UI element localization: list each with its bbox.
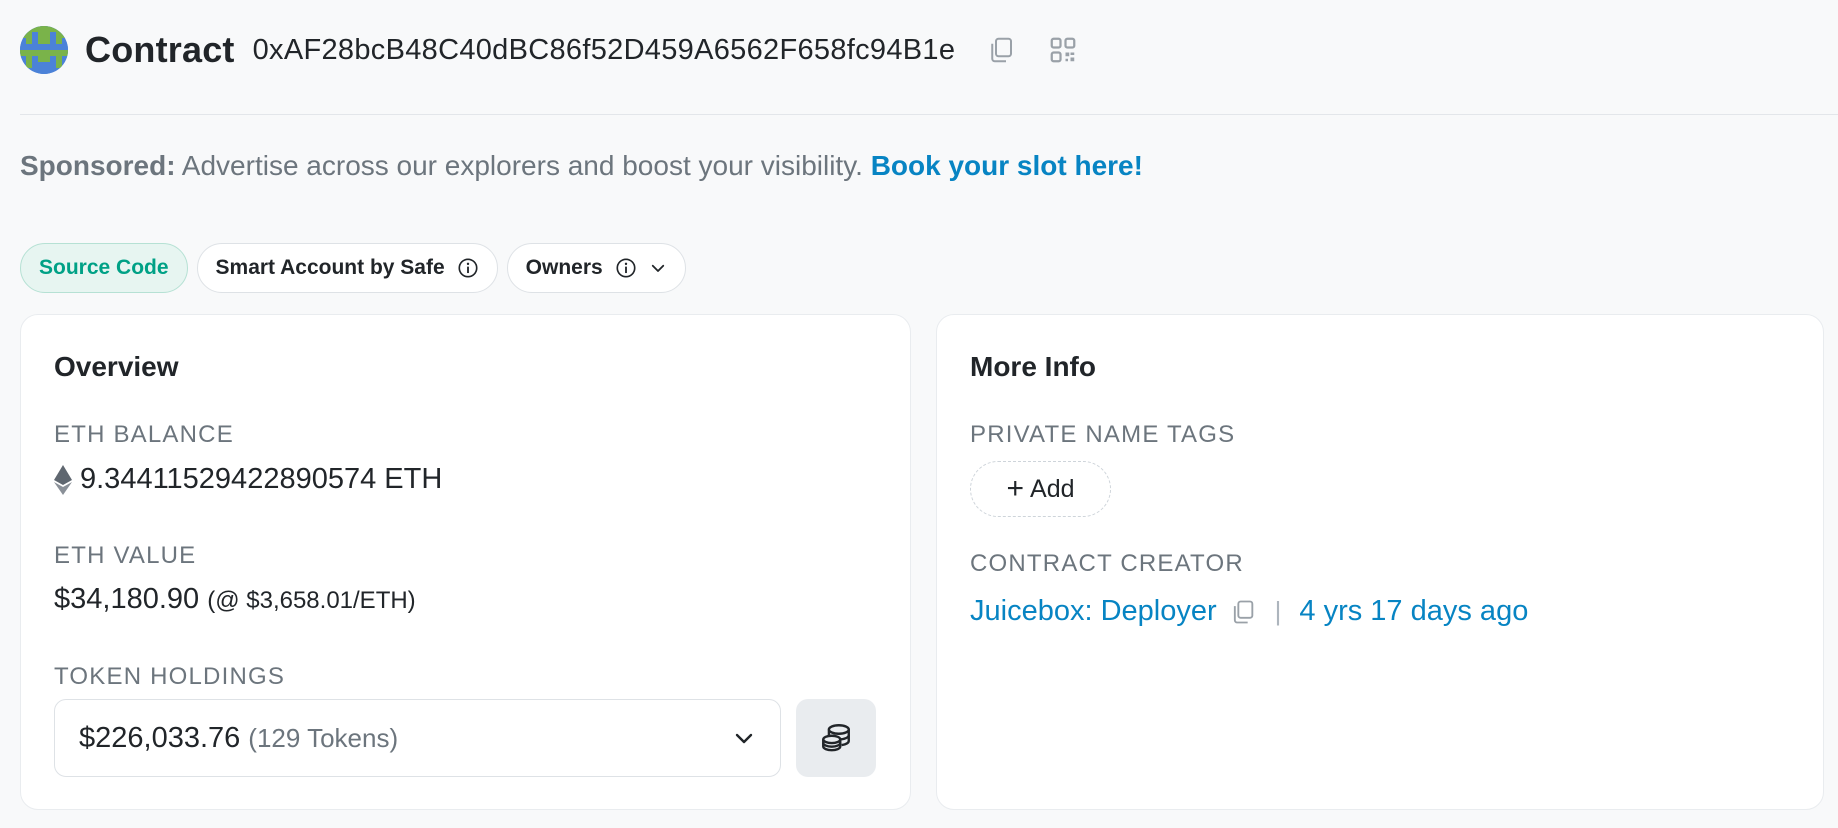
owners-label: Owners bbox=[525, 256, 603, 279]
overview-card: Overview ETH BALANCE 9.34411529422890574… bbox=[20, 314, 911, 810]
copy-icon bbox=[1233, 600, 1253, 623]
contract-avatar bbox=[20, 26, 68, 74]
sponsored-lead: Sponsored: bbox=[20, 150, 176, 181]
sponsored-cta-link[interactable]: Book your slot here! bbox=[871, 150, 1143, 181]
copy-icon bbox=[991, 37, 1013, 63]
creator-address-link[interactable]: Juicebox: Deployer bbox=[970, 595, 1217, 628]
multichain-portfolio-button[interactable] bbox=[796, 699, 876, 777]
blockie-icon bbox=[20, 26, 68, 74]
header-divider bbox=[20, 114, 1838, 115]
contract-address[interactable]: 0xAF28bcB48C40dBC86f52D459A6562F658fc94B… bbox=[253, 34, 956, 67]
add-label: Add bbox=[1030, 474, 1075, 503]
eth-value-label: ETH VALUE bbox=[54, 542, 197, 569]
source-code-tag[interactable]: Source Code bbox=[20, 243, 188, 293]
overview-title: Overview bbox=[54, 351, 179, 382]
eth-value-amount: $34,180.90 bbox=[54, 583, 200, 615]
token-holdings-value: $226,033.76 bbox=[79, 721, 241, 754]
add-private-tag-button[interactable]: + Add bbox=[970, 461, 1111, 517]
contract-tags: Source Code Smart Account by Safe Owners bbox=[20, 243, 686, 293]
contract-creator-row: Juicebox: Deployer | 4 yrs 17 days ago bbox=[970, 595, 1528, 628]
chevron-down-icon bbox=[732, 726, 756, 750]
more-info-title: More Info bbox=[970, 351, 1096, 382]
ethereum-icon bbox=[54, 464, 72, 495]
eth-balance-label: ETH BALANCE bbox=[54, 421, 234, 448]
qr-code-button[interactable] bbox=[1045, 32, 1081, 68]
contract-creator-label: CONTRACT CREATOR bbox=[970, 550, 1244, 577]
sponsored-banner: Sponsored: Advertise across our explorer… bbox=[20, 150, 1143, 182]
token-holdings-dropdown[interactable]: $226,033.76 (129 Tokens) bbox=[54, 699, 781, 777]
token-holdings-label: TOKEN HOLDINGS bbox=[54, 663, 286, 690]
creation-tx-link[interactable]: 4 yrs 17 days ago bbox=[1299, 595, 1528, 628]
creator-separator: | bbox=[1274, 596, 1282, 626]
coin-stack-icon bbox=[822, 724, 850, 752]
smart-account-label: Smart Account by Safe bbox=[215, 256, 445, 279]
token-holdings-count: (129 Tokens) bbox=[248, 722, 399, 753]
owners-dropdown[interactable]: Owners bbox=[506, 243, 686, 293]
chevron-down-icon bbox=[649, 259, 667, 277]
copy-creator-button[interactable] bbox=[1229, 598, 1257, 626]
page-header: Contract 0xAF28bcB48C40dBC86f52D459A6562… bbox=[20, 14, 1838, 86]
eth-value-row: $34,180.90 (@ $3,658.01/ETH) bbox=[54, 583, 416, 616]
page-title: Contract bbox=[85, 29, 235, 70]
copy-address-button[interactable] bbox=[983, 32, 1019, 68]
eth-value-rate: (@ $3,658.01/ETH) bbox=[207, 587, 416, 614]
sponsored-text: Advertise across our explorers and boost… bbox=[175, 150, 871, 181]
private-name-tags-label: PRIVATE NAME TAGS bbox=[970, 421, 1236, 448]
eth-balance-row: 9.34411529422890574 ETH bbox=[54, 463, 442, 496]
more-info-card: More Info PRIVATE NAME TAGS + Add CONTRA… bbox=[936, 314, 1824, 810]
info-icon bbox=[457, 257, 479, 279]
eth-balance-value: 9.34411529422890574 ETH bbox=[80, 463, 443, 495]
smart-account-tag[interactable]: Smart Account by Safe bbox=[196, 243, 498, 293]
qr-code-icon bbox=[1050, 37, 1076, 63]
plus-icon: + bbox=[1006, 472, 1025, 505]
info-icon bbox=[615, 257, 637, 279]
